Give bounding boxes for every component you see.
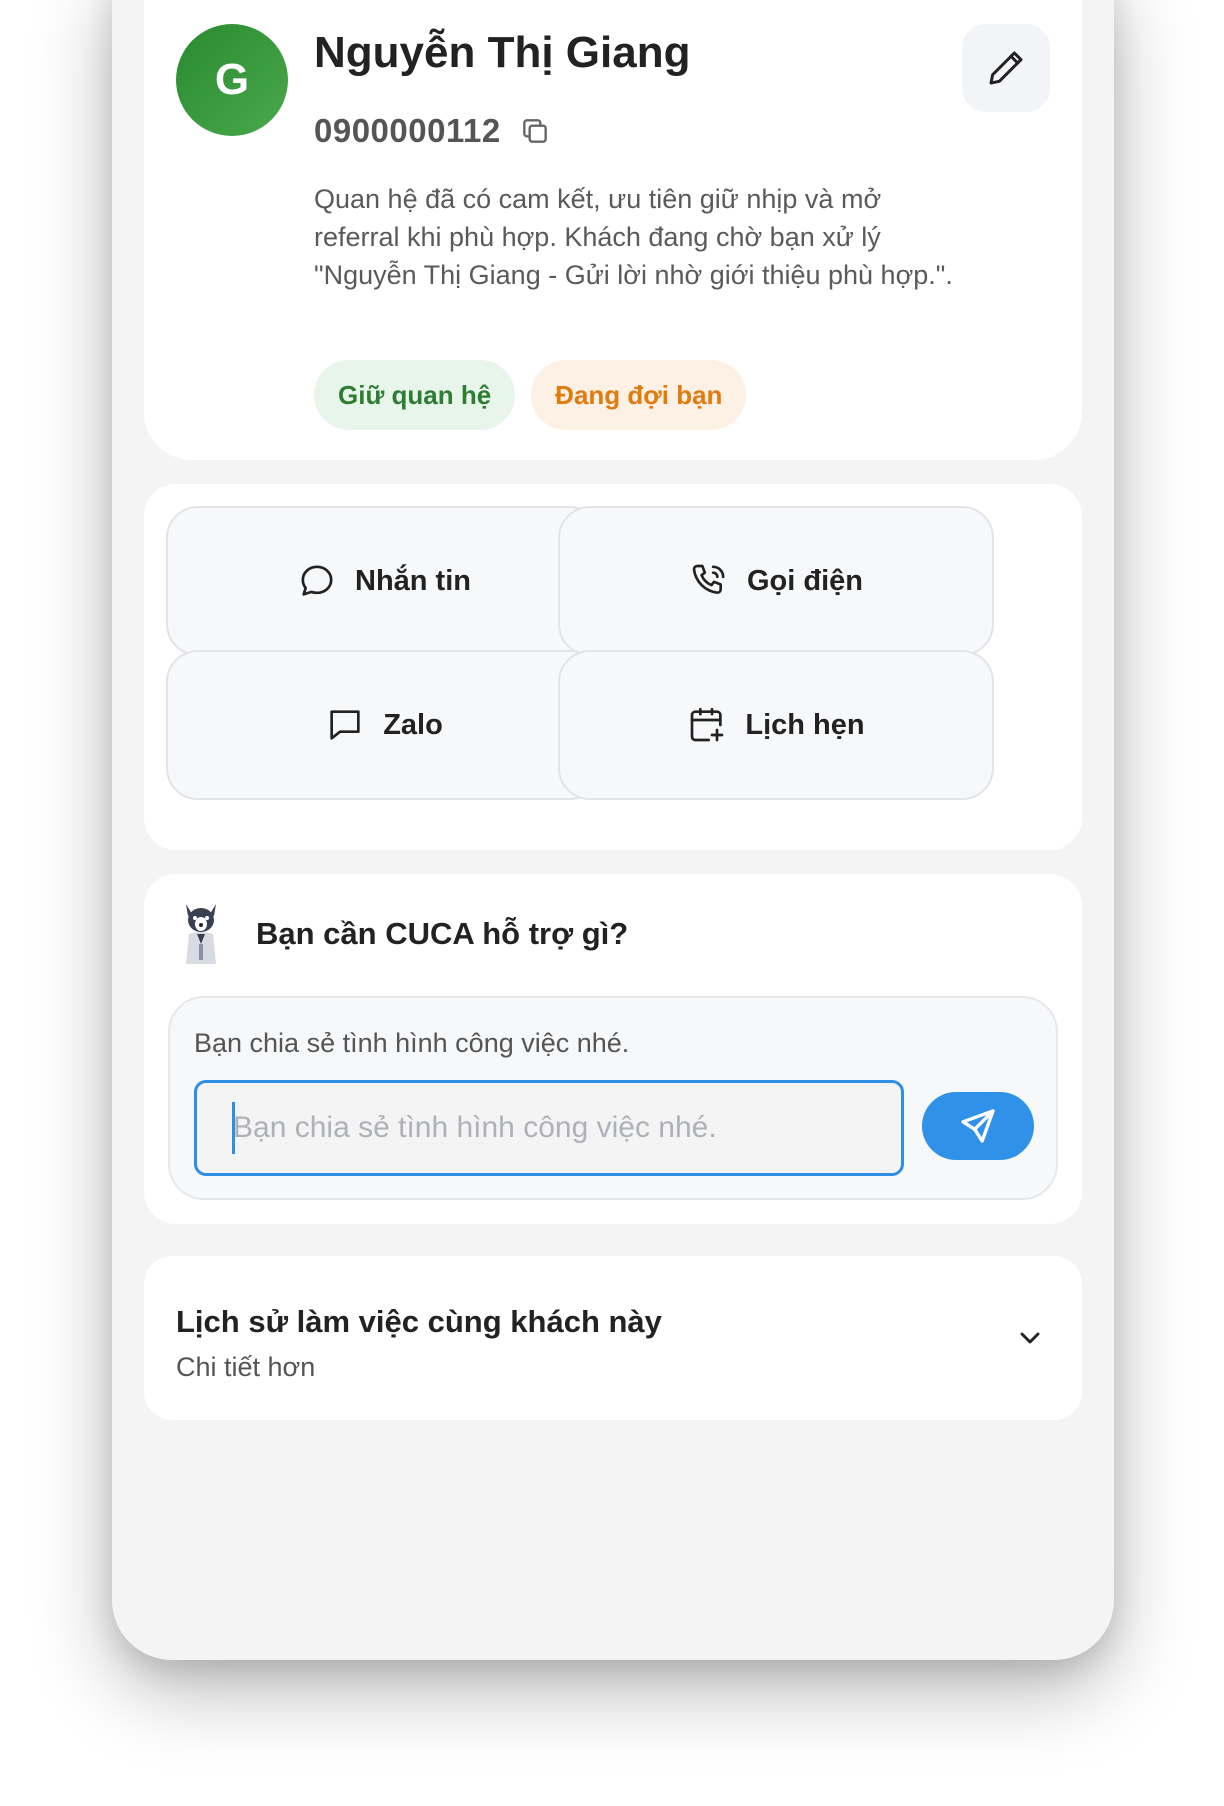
customer-description: Quan hệ đã có cam kết, ưu tiên giữ nhịp … — [314, 184, 953, 290]
status-badge-waiting: Đang đợi bạn — [531, 360, 747, 430]
phone-number: 0900000112 — [314, 112, 501, 149]
message-label: Nhắn tin — [355, 564, 471, 597]
text-caret — [232, 1102, 235, 1154]
pencil-icon — [989, 51, 1023, 85]
history-title: Lịch sử làm việc cùng khách này — [176, 1304, 662, 1339]
app-screen: G Nguyễn Thị Giang 0900000112 Quan hệ đã… — [112, 0, 1114, 1660]
assistant-input[interactable] — [194, 1080, 904, 1176]
zalo-label: Zalo — [383, 708, 443, 741]
assistant-title: Bạn cần CUCA hỗ trợ gì? — [256, 916, 629, 951]
schedule-button[interactable]: Lịch hẹn — [558, 650, 994, 800]
call-label: Gọi điện — [747, 564, 863, 597]
assistant-input-box: Bạn chia sẻ tình hình công việc nhé. — [168, 996, 1058, 1200]
customer-profile-card: G Nguyễn Thị Giang 0900000112 Quan hệ đã… — [144, 0, 1082, 460]
copy-icon[interactable] — [519, 115, 551, 147]
chat-bubble-icon — [301, 565, 333, 596]
contact-actions-card: Nhắn tin Gọi điện Zalo Lịch hẹn — [144, 484, 1082, 850]
schedule-label: Lịch hẹn — [745, 708, 865, 741]
customer-name: Nguyễn Thị Giang — [314, 28, 691, 77]
phone-call-icon — [692, 564, 725, 594]
edit-button[interactable] — [962, 24, 1050, 112]
chevron-down-icon[interactable] — [1014, 1322, 1046, 1354]
status-tags: Giữ quan hệ Đang đợi bạn — [314, 360, 747, 430]
status-badge-relationship: Giữ quan hệ — [314, 360, 516, 430]
send-button[interactable] — [922, 1092, 1034, 1160]
zalo-button[interactable]: Zalo — [166, 650, 602, 800]
message-button[interactable]: Nhắn tin — [166, 506, 602, 656]
message-square-icon — [330, 710, 360, 740]
phone-row: 0900000112 — [314, 112, 551, 150]
assistant-hint: Bạn chia sẻ tình hình công việc nhé. — [194, 1028, 630, 1058]
calendar-plus-icon — [691, 707, 724, 742]
call-button[interactable]: Gọi điện — [558, 506, 994, 656]
history-subtitle: Chi tiết hơn — [176, 1352, 316, 1382]
work-history-card[interactable]: Lịch sử làm việc cùng khách này Chi tiết… — [144, 1256, 1082, 1420]
mascot-dog-icon — [186, 904, 216, 964]
send-icon — [961, 1109, 995, 1143]
avatar: G — [176, 24, 288, 136]
assistant-card: Bạn cần CUCA hỗ trợ gì? Bạn chia sẻ tình… — [144, 874, 1082, 1224]
